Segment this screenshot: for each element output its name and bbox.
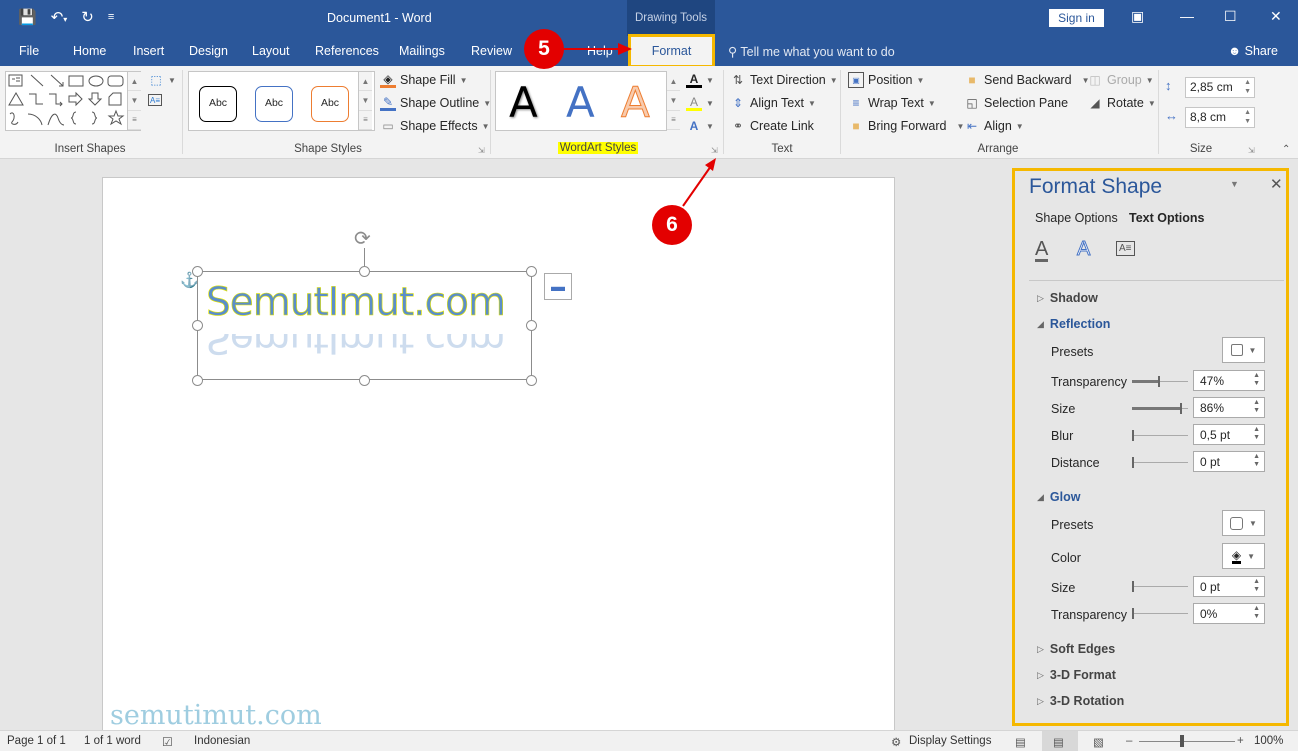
slider-thumb[interactable] — [1158, 376, 1161, 387]
expand-icon: ▷ — [1037, 695, 1044, 706]
spinner-arrows[interactable]: ▲ ▼ — [1253, 399, 1260, 415]
collapse-icon: ◢ — [1037, 491, 1044, 502]
reflection-transparency-slider[interactable] — [1132, 376, 1188, 387]
value: 0 pt — [1200, 580, 1221, 594]
section-label: 3-D Format — [1049, 668, 1116, 682]
spinner-arrows[interactable]: ▲ ▼ — [1253, 426, 1260, 442]
display-settings[interactable]: Display Settings — [909, 735, 991, 747]
pane-title: Format Shape — [1029, 175, 1163, 198]
section-label: Glow — [1049, 490, 1081, 504]
value: 0,5 pt — [1200, 428, 1231, 442]
glow-presets-dropdown[interactable]: ▼ — [1222, 510, 1265, 536]
glow-size-input[interactable]: 0 pt ▲ ▼ — [1193, 576, 1265, 597]
slider-thumb[interactable] — [1132, 457, 1134, 468]
reflection-blur-input[interactable]: 0,5 pt ▲ ▼ — [1193, 424, 1265, 445]
section-soft-edges[interactable]: ▷ Soft Edges — [1037, 642, 1115, 656]
spinner-arrows[interactable]: ▲ ▼ — [1253, 372, 1260, 388]
pane-divider — [1029, 280, 1284, 281]
spinner-arrows[interactable]: ▲ ▼ — [1253, 578, 1260, 594]
glow-transparency-input[interactable]: 0% ▲ ▼ — [1193, 603, 1265, 624]
reflection-transparency-label: Transparency — [1051, 375, 1127, 389]
chevron-down-icon: ▼ — [1247, 551, 1256, 561]
reflection-blur-label: Blur — [1051, 429, 1074, 443]
glow-size-slider[interactable] — [1132, 581, 1188, 592]
glow-color-dropdown[interactable]: ◈ ▼ — [1222, 543, 1265, 569]
section-label: Shadow — [1049, 291, 1098, 305]
spinner-arrows[interactable]: ▲ ▼ — [1253, 605, 1260, 621]
reflection-presets-dropdown[interactable]: ▼ — [1222, 337, 1265, 363]
print-layout-icon[interactable]: ▤ — [1053, 735, 1064, 749]
preset-swatch-icon — [1230, 516, 1244, 530]
close-pane-icon[interactable]: ✕ — [1270, 175, 1283, 193]
section-label: Soft Edges — [1049, 642, 1116, 656]
value: 0 pt — [1200, 455, 1221, 469]
section-glow[interactable]: ◢ Glow — [1037, 490, 1080, 504]
value: 0% — [1200, 607, 1218, 621]
spinner-arrows[interactable]: ▲ ▼ — [1253, 453, 1260, 469]
slider-fill — [1132, 380, 1159, 383]
slider-thumb[interactable] — [1180, 403, 1183, 414]
language[interactable]: Indonesian — [194, 735, 250, 747]
section-shadow[interactable]: ▷ Shadow — [1037, 291, 1098, 305]
textbox-layout-icon[interactable]: A≡ — [1116, 241, 1135, 256]
expand-icon: ▷ — [1037, 643, 1044, 654]
slider-thumb[interactable] — [1132, 430, 1134, 441]
section-3d-format[interactable]: ▷ 3-D Format — [1037, 668, 1116, 682]
format-shape-pane: Format Shape ▼ ✕ Shape Options Text Opti… — [1012, 168, 1289, 726]
reflection-distance-input[interactable]: 0 pt ▲ ▼ — [1193, 451, 1265, 472]
collapse-icon: ◢ — [1037, 318, 1044, 329]
reflection-distance-label: Distance — [1051, 456, 1100, 470]
expand-icon: ▷ — [1037, 292, 1044, 303]
pane-options-icon[interactable]: ▼ — [1230, 179, 1239, 189]
arrow-head — [705, 158, 716, 171]
glow-color-label: Color — [1051, 551, 1081, 565]
word-count[interactable]: 1 of 1 word — [84, 735, 141, 747]
chevron-down-icon: ▼ — [1249, 518, 1257, 528]
zoom-out-icon[interactable]: – — [1126, 735, 1132, 747]
expand-icon: ▷ — [1037, 669, 1044, 680]
section-reflection[interactable]: ◢ Reflection — [1037, 317, 1110, 331]
zoom-slider[interactable] — [1139, 741, 1235, 742]
value: 47% — [1200, 374, 1225, 388]
slider-thumb[interactable] — [1132, 608, 1134, 619]
reflection-distance-slider[interactable] — [1132, 457, 1188, 468]
chevron-down-icon: ▼ — [1248, 345, 1257, 355]
reflection-transparency-input[interactable]: 47% ▲ ▼ — [1193, 370, 1265, 391]
glow-presets-label: Presets — [1051, 518, 1094, 532]
zoom-slider-thumb[interactable] — [1180, 735, 1184, 747]
tab-shape-options[interactable]: Shape Options — [1035, 211, 1118, 225]
page-count[interactable]: Page 1 of 1 — [7, 735, 66, 747]
reflection-size-slider[interactable] — [1132, 403, 1188, 414]
reflection-blur-slider[interactable] — [1132, 430, 1188, 441]
arrow-to-dialog-launcher — [682, 165, 712, 207]
tab-text-options[interactable]: Text Options — [1129, 211, 1204, 225]
zoom-in-icon[interactable]: + — [1237, 735, 1244, 747]
proofing-icon[interactable]: ☑ — [162, 735, 173, 749]
display-settings-icon: ⚙ — [891, 737, 902, 749]
reflection-presets-label: Presets — [1051, 345, 1094, 359]
paint-bucket-icon: ◈ — [1231, 547, 1242, 564]
glow-transparency-slider[interactable] — [1132, 608, 1188, 619]
text-effects-icon[interactable]: A — [1076, 239, 1090, 260]
section-label: Reflection — [1049, 317, 1111, 331]
arrow-head — [618, 43, 632, 55]
glow-transparency-label: Transparency — [1051, 608, 1127, 622]
glow-size-label: Size — [1051, 581, 1076, 595]
web-layout-icon[interactable]: ▧ — [1093, 735, 1104, 749]
callout-step-6: 6 — [652, 205, 692, 245]
preset-swatch-icon — [1230, 344, 1243, 356]
slider-fill — [1132, 407, 1181, 410]
value: 86% — [1200, 401, 1225, 415]
reflection-size-label: Size — [1051, 402, 1076, 416]
reflection-size-input[interactable]: 86% ▲ ▼ — [1193, 397, 1265, 418]
slider-thumb[interactable] — [1132, 581, 1134, 592]
status-bar: Page 1 of 1 1 of 1 word ☑ Indonesian ⚙ D… — [0, 730, 1298, 751]
read-mode-icon[interactable]: ▤ — [1015, 735, 1026, 749]
section-3d-rotation[interactable]: ▷ 3-D Rotation — [1037, 694, 1124, 708]
zoom-level[interactable]: 100% — [1254, 735, 1283, 747]
text-fill-outline-icon[interactable]: A — [1035, 239, 1049, 262]
section-label: 3-D Rotation — [1049, 694, 1125, 708]
